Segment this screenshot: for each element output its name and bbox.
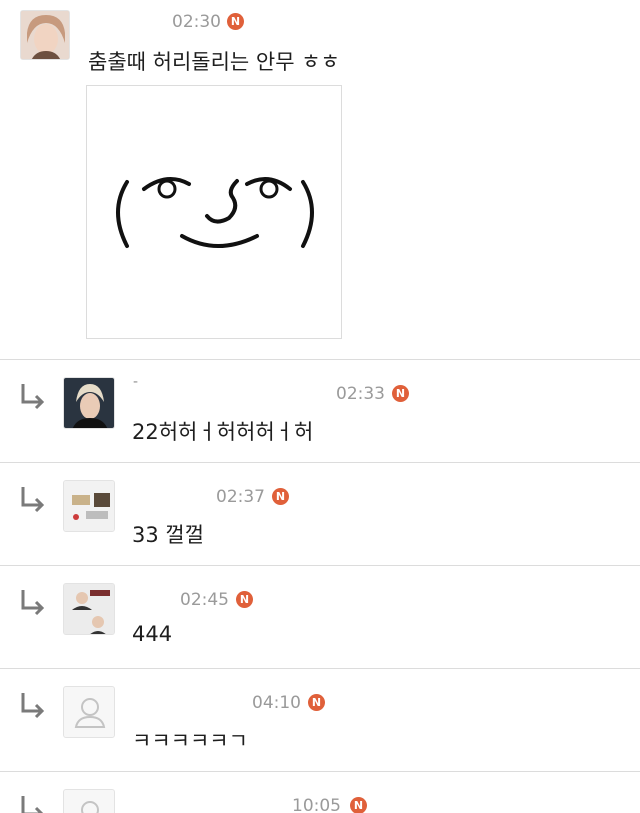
comment-time: 02:33 — [336, 384, 385, 404]
reply-comment: 04:10 N ㅋㅋㅋㅋㅋㄱ — [0, 669, 640, 772]
username-redacted — [135, 687, 250, 717]
avatar-photo — [64, 481, 114, 531]
reply-comment: 02:45 N 444 — [0, 566, 640, 669]
avatar-photo — [64, 378, 114, 428]
person-silhouette-icon — [81, 801, 99, 813]
new-badge-icon: N — [227, 13, 244, 30]
avatar-photo — [21, 11, 69, 59]
comment-time: 02:45 — [180, 590, 229, 610]
avatar[interactable] — [63, 583, 115, 635]
reply-prefix: - — [133, 374, 139, 390]
avatar[interactable] — [20, 10, 70, 60]
new-badge-icon: N — [272, 488, 289, 505]
reply-arrow-icon — [21, 590, 45, 616]
new-badge-icon: N — [350, 797, 367, 813]
reply-arrow-icon — [21, 796, 44, 813]
lenny-face-sticker[interactable] — [86, 85, 342, 339]
comment-text: ㅋㅋㅋㅋㅋㄱ — [132, 729, 248, 753]
comment-time: 04:10 — [252, 693, 301, 713]
reply-comment: 10:05 N — [0, 772, 640, 813]
username-redacted — [135, 481, 210, 511]
new-badge-icon: N — [308, 694, 325, 711]
comment-text: 춤출때 허리돌리는 안무 ㅎㅎ — [88, 50, 340, 74]
comment-time: 02:30 — [172, 12, 221, 32]
username-redacted — [135, 584, 175, 614]
reply-arrow-icon — [21, 487, 45, 513]
lenny-face-image — [116, 177, 314, 248]
avatar[interactable] — [63, 480, 115, 532]
username-redacted — [148, 378, 328, 408]
new-badge-icon: N — [236, 591, 253, 608]
username-redacted — [88, 6, 168, 36]
default-profile-icon[interactable] — [63, 789, 115, 813]
new-badge-icon: N — [392, 385, 409, 402]
comment-time: 10:05 — [292, 796, 341, 813]
avatar-photo — [64, 584, 114, 634]
reply-arrow-icon — [21, 384, 45, 410]
username-redacted — [135, 790, 285, 813]
reply-arrow-icon — [21, 693, 45, 719]
reply-comment: - 02:33 N 22허허ㅓ허허허ㅓ허 — [0, 360, 640, 463]
default-profile-icon[interactable] — [63, 686, 115, 738]
comment-text: 444 — [132, 622, 173, 646]
comment-text: 22허허ㅓ허허허ㅓ허 — [132, 420, 314, 444]
avatar[interactable] — [63, 377, 115, 429]
comment-text: 33 껄껄 — [132, 523, 205, 547]
comment-time: 02:37 — [216, 487, 265, 507]
person-silhouette-icon — [74, 698, 106, 728]
comment-main: 02:30 N 춤출때 허리돌리는 안무 ㅎㅎ — [0, 0, 640, 360]
reply-comment: 02:37 N 33 껄껄 — [0, 463, 640, 566]
